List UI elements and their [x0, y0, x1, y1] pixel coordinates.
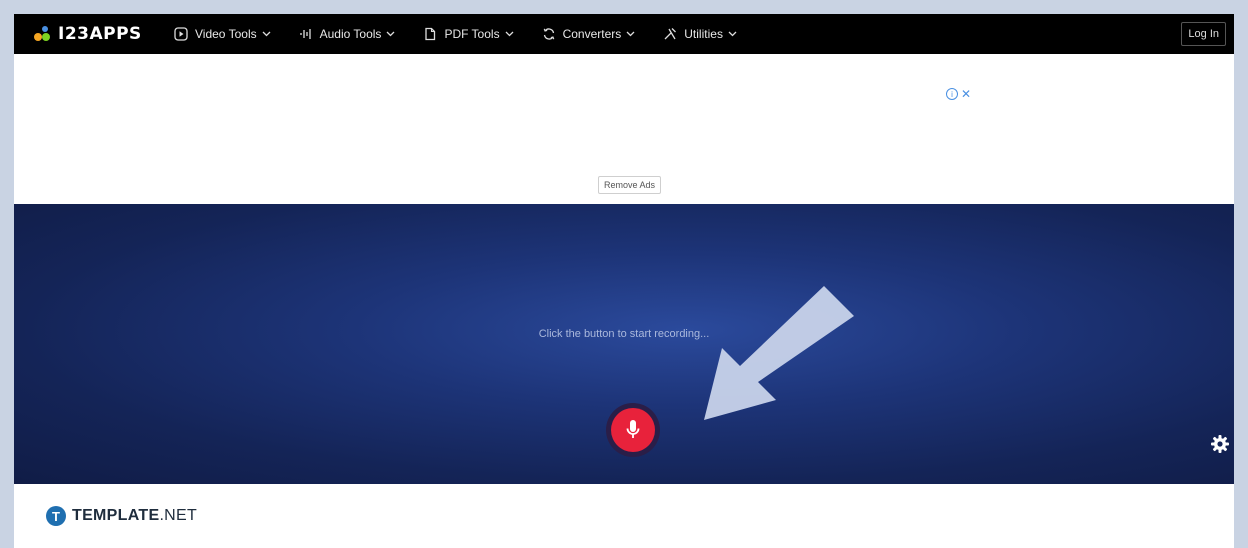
ad-choices[interactable]: i ✕ — [946, 87, 971, 101]
microphone-icon — [626, 420, 640, 438]
nav-menu: Video Tools Audio Tools PDF Tools Conver… — [174, 27, 765, 41]
nav-item-pdf-tools[interactable]: PDF Tools — [423, 27, 514, 41]
pointer-arrow-icon — [704, 286, 854, 420]
logo[interactable]: I23APPS — [34, 24, 154, 44]
audio-wave-icon — [299, 27, 313, 41]
template-net-logo: T TEMPLATE.NET — [46, 506, 197, 526]
chevron-down-icon — [505, 31, 514, 37]
nav-item-label: PDF Tools — [444, 27, 500, 41]
top-nav: I23APPS Video Tools Audio Tools PDF Tool… — [14, 14, 1234, 54]
nav-item-video-tools[interactable]: Video Tools — [174, 27, 271, 41]
nav-item-utilities[interactable]: Utilities — [663, 27, 737, 41]
voice-recorder-panel: Click the button to start recording... — [14, 204, 1234, 484]
footer: T TEMPLATE.NET — [14, 484, 1234, 548]
template-t-icon: T — [46, 506, 66, 526]
login-button[interactable]: Log In — [1181, 22, 1226, 46]
close-icon[interactable]: ✕ — [961, 87, 971, 101]
record-button[interactable] — [606, 403, 660, 457]
nav-item-audio-tools[interactable]: Audio Tools — [299, 27, 396, 41]
record-button-inner[interactable] — [611, 408, 655, 452]
chevron-down-icon — [626, 31, 635, 37]
ad-banner: i ✕ Remove Ads — [14, 54, 1234, 204]
logo-text: I23APPS — [58, 24, 142, 44]
tools-icon — [663, 27, 677, 41]
nav-item-label: Utilities — [684, 27, 723, 41]
settings-button[interactable] — [1210, 434, 1230, 454]
brand-text: TEMPLATE.NET — [72, 507, 198, 524]
browser-frame: I23APPS Video Tools Audio Tools PDF Tool… — [14, 14, 1234, 548]
chevron-down-icon — [262, 31, 271, 37]
info-icon[interactable]: i — [946, 88, 958, 100]
refresh-icon — [542, 27, 556, 41]
recording-hint-text: Click the button to start recording... — [538, 328, 710, 340]
remove-ads-button[interactable]: Remove Ads — [598, 176, 662, 194]
chevron-down-icon — [386, 31, 395, 37]
nav-item-label: Audio Tools — [319, 27, 382, 41]
logo-dots-icon — [34, 26, 52, 42]
nav-item-label: Video Tools — [195, 27, 257, 41]
nav-item-converters[interactable]: Converters — [542, 27, 636, 41]
chevron-down-icon — [728, 31, 737, 37]
document-icon — [423, 27, 437, 41]
play-circle-icon — [174, 27, 188, 41]
gear-icon — [1211, 435, 1229, 453]
nav-item-label: Converters — [562, 27, 622, 41]
